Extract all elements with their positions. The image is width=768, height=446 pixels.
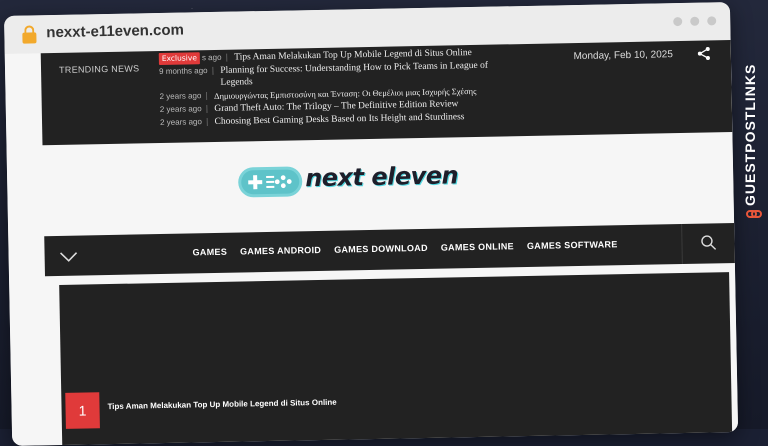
nav-item-games-android[interactable]: GAMES ANDROID bbox=[240, 245, 321, 257]
separator: | bbox=[205, 91, 209, 101]
watermark: GUESTPOSTLINKS bbox=[740, 36, 766, 226]
gamepad-icon bbox=[238, 166, 303, 198]
search-button[interactable] bbox=[681, 222, 737, 265]
window-dot-icon[interactable] bbox=[673, 16, 683, 27]
browser-window: nexxt-e11even.com TRENDING NEWS Exclusiv… bbox=[4, 2, 739, 446]
lock-icon bbox=[22, 25, 37, 44]
trending-time: 2 years ago bbox=[159, 91, 202, 102]
watermark-text: GUESTPOSTLINKS bbox=[742, 63, 758, 206]
separator: | bbox=[205, 117, 209, 127]
trending-time: 9 months ago bbox=[159, 66, 208, 77]
featured-slider[interactable]: 1 Tips Aman Melakukan Top Up Mobile Lege… bbox=[59, 272, 733, 446]
web-page: TRENDING NEWS Exclusive s ago | Tips Ama… bbox=[4, 40, 739, 446]
trending-time: 2 years ago bbox=[159, 117, 202, 128]
window-dot-icon[interactable] bbox=[707, 16, 717, 26]
trending-list: Exclusive s ago | Tips Aman Melakukan To… bbox=[158, 46, 520, 130]
slide-title[interactable]: Tips Aman Melakukan Top Up Mobile Legend… bbox=[107, 398, 336, 411]
separator: | bbox=[225, 52, 229, 62]
nav-item-games[interactable]: GAMES bbox=[192, 247, 227, 258]
trending-time: 2 years ago bbox=[159, 104, 202, 115]
site-logo[interactable]: next eleven bbox=[237, 157, 478, 202]
exclusive-badge: Exclusive bbox=[158, 52, 201, 66]
logo-text: next eleven bbox=[304, 161, 459, 193]
window-controls bbox=[673, 16, 717, 27]
trending-time: s ago bbox=[201, 52, 222, 63]
share-icon[interactable] bbox=[697, 46, 711, 60]
separator: | bbox=[211, 65, 215, 76]
window-dot-icon[interactable] bbox=[690, 16, 700, 26]
slide-number: 1 bbox=[65, 392, 100, 429]
current-date: Monday, Feb 10, 2025 bbox=[573, 49, 673, 63]
url-text[interactable]: nexxt-e11even.com bbox=[46, 22, 184, 42]
separator: | bbox=[205, 104, 209, 114]
trending-news-bar: TRENDING NEWS Exclusive s ago | Tips Ama… bbox=[40, 40, 733, 146]
nav-item-games-online[interactable]: GAMES ONLINE bbox=[441, 241, 514, 252]
nav-item-games-download[interactable]: GAMES DOWNLOAD bbox=[334, 243, 428, 255]
link-icon bbox=[746, 210, 762, 218]
trending-label: TRENDING NEWS bbox=[58, 63, 140, 75]
main-navigation: GAMES GAMES ANDROID GAMES DOWNLOAD GAMES… bbox=[44, 222, 737, 277]
nav-menu: GAMES GAMES ANDROID GAMES DOWNLOAD GAMES… bbox=[192, 239, 617, 257]
chevron-down-icon[interactable] bbox=[59, 250, 79, 264]
nav-item-games-software[interactable]: GAMES SOFTWARE bbox=[527, 239, 618, 251]
search-icon bbox=[701, 235, 717, 250]
